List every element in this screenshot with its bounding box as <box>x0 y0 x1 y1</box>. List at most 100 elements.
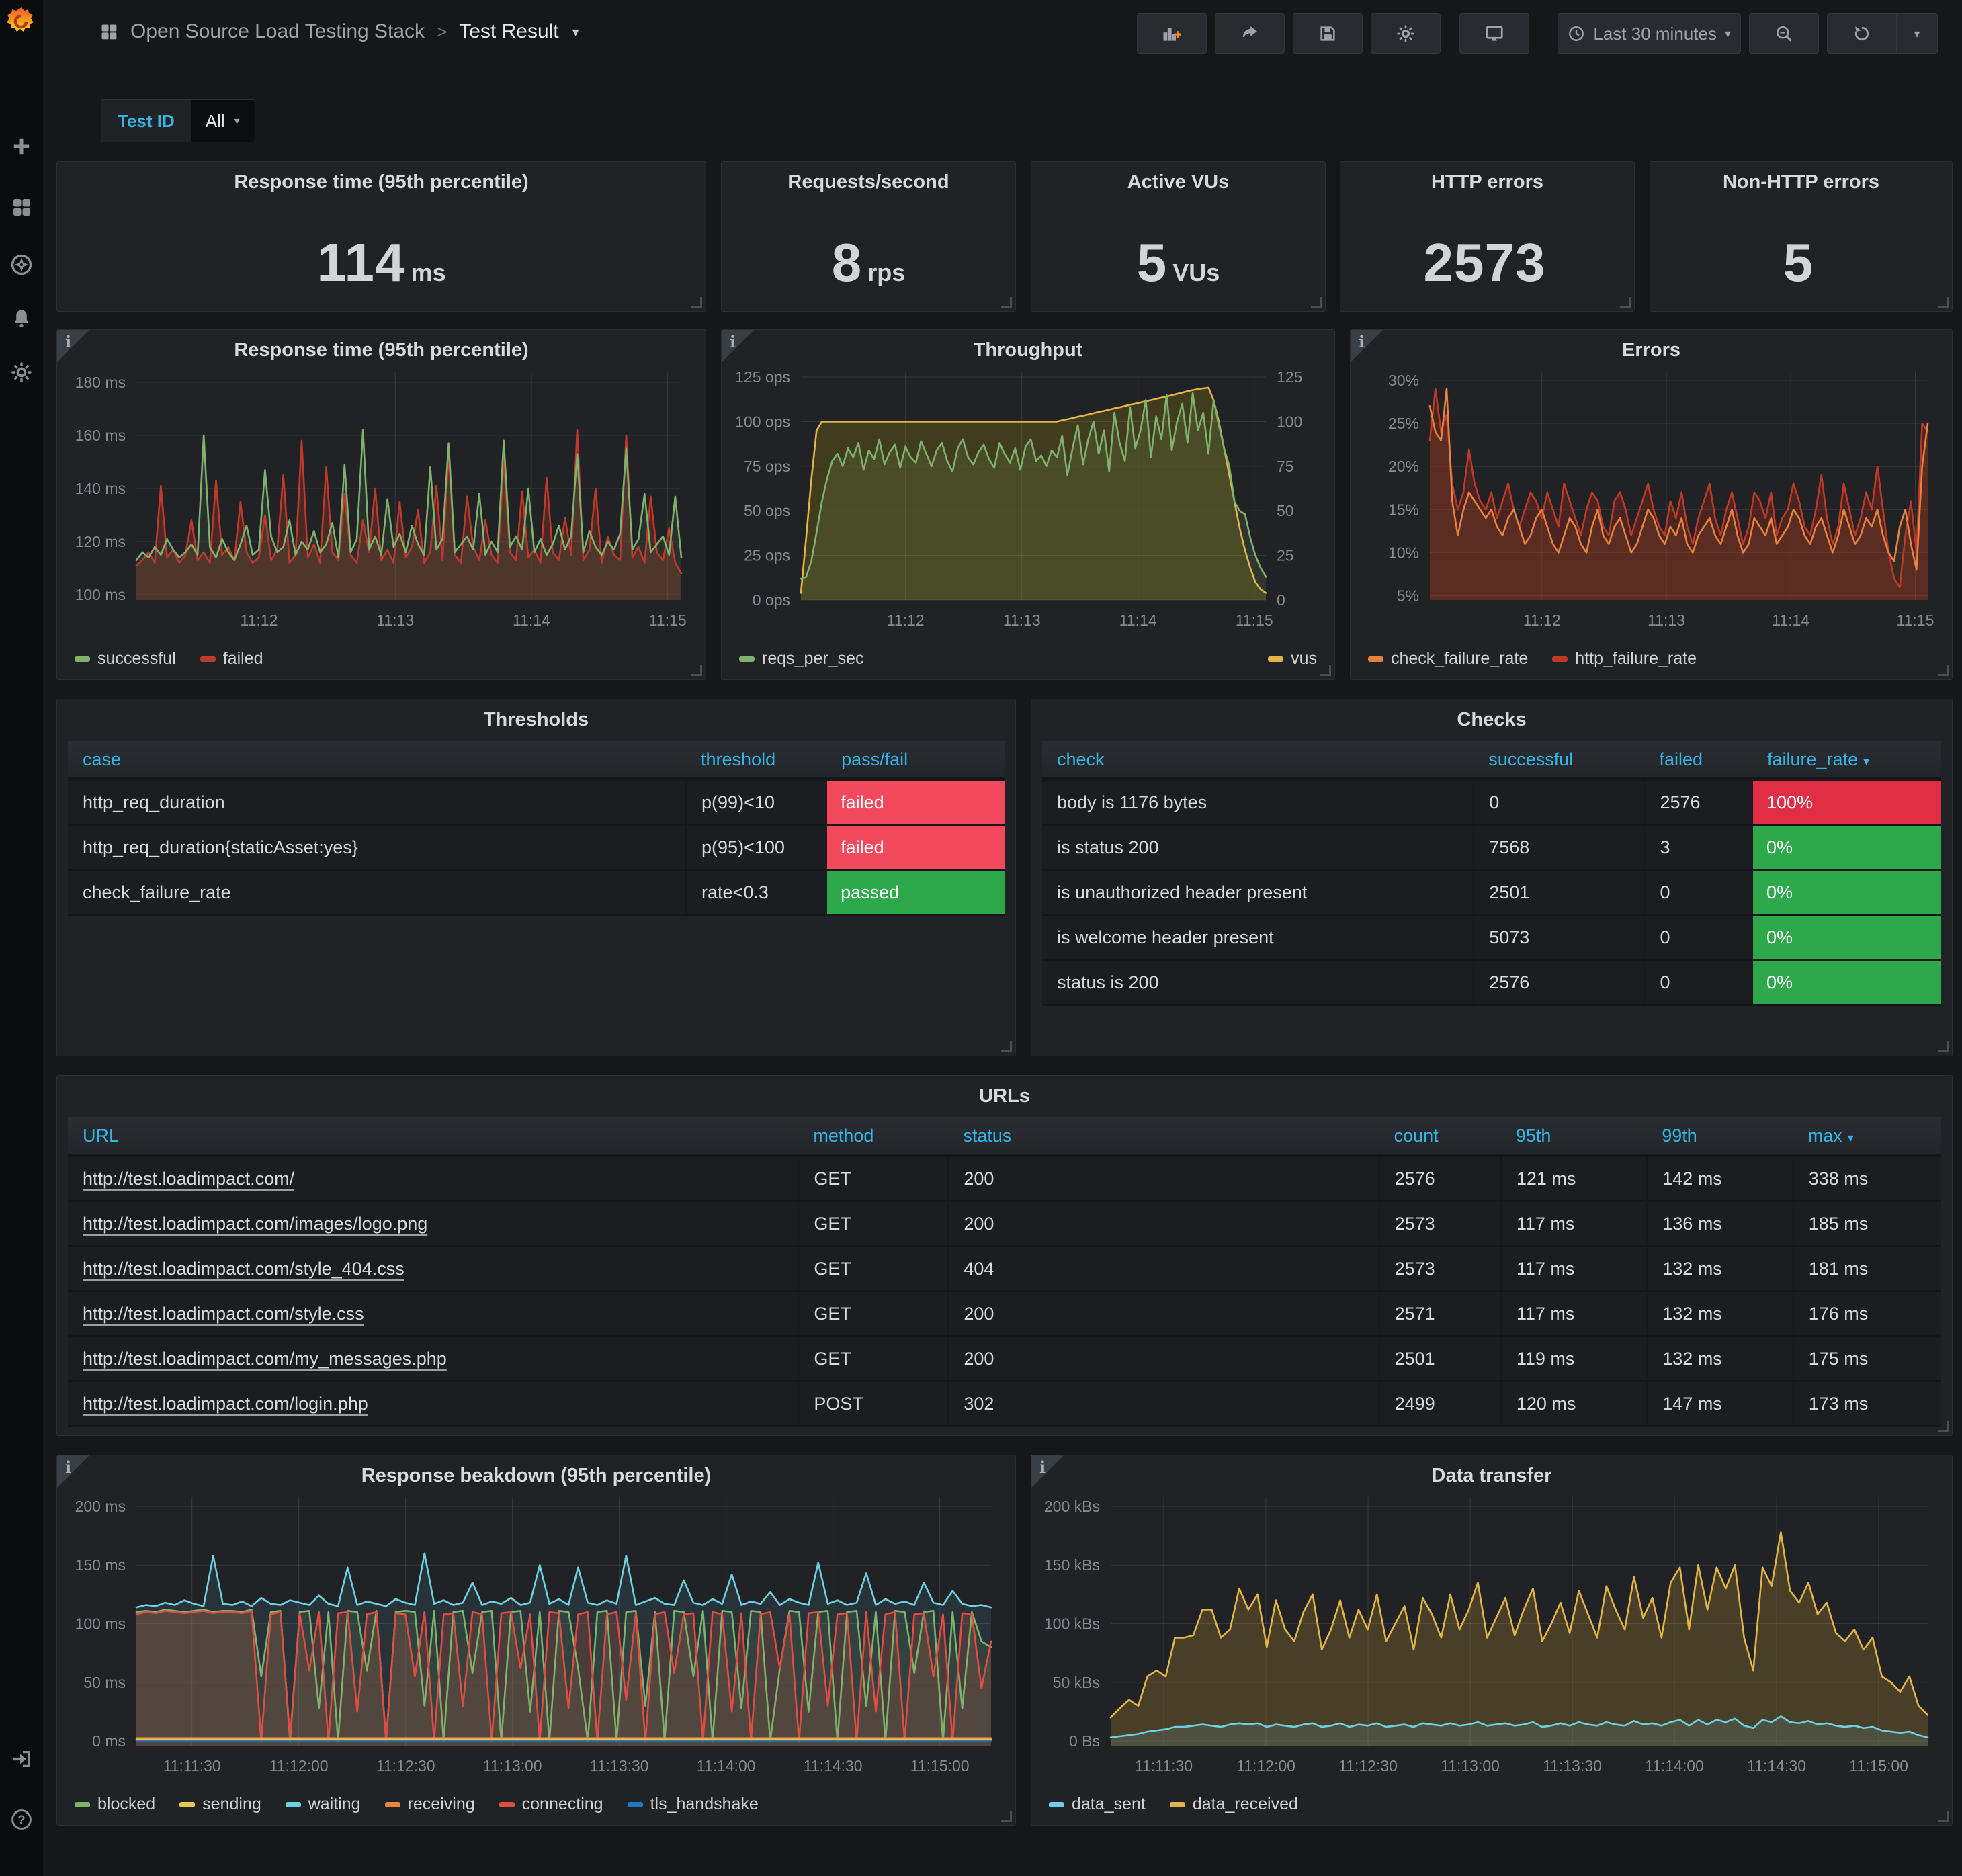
dashboard-grid-icon[interactable] <box>99 22 118 41</box>
column-header-failed[interactable]: failed <box>1644 741 1752 779</box>
response-time-chart[interactable]: 100 ms120 ms140 ms160 ms180 ms11:1211:13… <box>61 362 701 635</box>
resize-handle[interactable] <box>691 665 702 676</box>
panel-title[interactable]: URLs <box>57 1085 1952 1107</box>
dashboards-icon[interactable] <box>0 192 43 222</box>
column-header-max[interactable]: max▾ <box>1793 1117 1941 1156</box>
time-range-picker[interactable]: Last 30 minutes ▾ <box>1558 13 1741 54</box>
resize-handle[interactable] <box>691 297 702 308</box>
panel-title[interactable]: Response time (95th percentile) <box>57 171 706 194</box>
alerting-bell-icon[interactable] <box>0 304 43 333</box>
stat-panel-response-time: Response time (95th percentile) 114ms <box>56 161 706 312</box>
chart-panel-response-breakdown: i Response beakdown (95th percentile) 0 … <box>56 1455 1016 1826</box>
column-header-failure_rate[interactable]: failure_rate▾ <box>1752 741 1941 779</box>
column-header-successful[interactable]: successful <box>1474 741 1644 779</box>
column-header-result[interactable]: pass/fail <box>826 741 1005 779</box>
column-header-status[interactable]: status <box>948 1117 1379 1156</box>
column-header-url[interactable]: URL <box>68 1117 798 1156</box>
resize-handle[interactable] <box>1320 665 1331 676</box>
column-header-count[interactable]: count <box>1379 1117 1501 1156</box>
refresh-button[interactable] <box>1827 13 1897 54</box>
legend-item[interactable]: reqs_per_sec <box>739 649 863 669</box>
resize-handle[interactable] <box>1938 665 1949 676</box>
throughput-chart[interactable]: 0 ops025 ops2550 ops5075 ops75100 ops100… <box>726 362 1330 635</box>
response-breakdown-chart[interactable]: 0 ms50 ms100 ms150 ms200 ms11:11:3011:12… <box>61 1488 1011 1781</box>
column-header-check[interactable]: check <box>1042 741 1474 779</box>
legend-item[interactable]: blocked <box>75 1795 155 1814</box>
resize-handle[interactable] <box>1620 297 1631 308</box>
thresholds-panel: Thresholds casethresholdpass/failhttp_re… <box>56 699 1016 1056</box>
dashboard-title-caret-icon[interactable]: ▾ <box>572 24 579 40</box>
panel-title[interactable]: Errors <box>1351 339 1952 361</box>
panel-title[interactable]: Data transfer <box>1031 1465 1952 1487</box>
data-transfer-chart[interactable]: 0 Bs50 kBs100 kBs150 kBs200 kBs11:11:301… <box>1035 1488 1948 1781</box>
cycle-view-monitor-button[interactable] <box>1459 13 1529 54</box>
panel-title[interactable]: Checks <box>1031 709 1952 731</box>
column-header-case[interactable]: case <box>68 741 686 779</box>
column-header-threshold[interactable]: threshold <box>686 741 826 779</box>
test-id-dropdown[interactable]: All▾ <box>191 100 255 142</box>
resize-handle[interactable] <box>1938 1421 1949 1432</box>
resize-handle[interactable] <box>1311 297 1322 308</box>
stat-value: 2573 <box>1340 232 1634 294</box>
panel-title[interactable]: Response time (95th percentile) <box>57 339 706 361</box>
svg-text:0 ops: 0 ops <box>753 591 790 609</box>
errors-chart[interactable]: 5%10%15%20%25%30%11:1211:1311:1411:15 <box>1355 362 1948 635</box>
panel-title[interactable]: Active VUs <box>1031 171 1325 194</box>
legend-item[interactable]: connecting <box>499 1795 603 1814</box>
cell-url: http://test.loadimpact.com/ <box>68 1156 798 1201</box>
legend-item[interactable]: http_failure_rate <box>1552 649 1697 669</box>
legend-item[interactable]: successful <box>75 649 176 669</box>
url-link[interactable]: http://test.loadimpact.com/login.php <box>83 1394 368 1414</box>
panel-title[interactable]: Thresholds <box>57 709 1015 731</box>
resize-handle[interactable] <box>1938 1811 1949 1822</box>
column-header-p95[interactable]: 95th <box>1501 1117 1647 1156</box>
legend-item[interactable]: waiting <box>286 1795 361 1814</box>
column-header-p99[interactable]: 99th <box>1647 1117 1793 1156</box>
sidebar: ? <box>0 0 43 1876</box>
legend-item[interactable]: vus <box>1268 649 1317 669</box>
column-header-method[interactable]: method <box>798 1117 948 1156</box>
resize-handle[interactable] <box>1001 297 1012 308</box>
add-panel-button[interactable] <box>1137 13 1207 54</box>
legend-item[interactable]: failed <box>200 649 263 669</box>
settings-gear-button[interactable] <box>1371 13 1441 54</box>
save-button[interactable] <box>1293 13 1363 54</box>
svg-text:200 ms: 200 ms <box>75 1498 126 1515</box>
svg-text:10%: 10% <box>1388 544 1419 561</box>
cell-check: body is 1176 bytes <box>1042 779 1474 825</box>
create-plus-icon[interactable] <box>0 132 43 161</box>
url-link[interactable]: http://test.loadimpact.com/style.css <box>83 1304 364 1324</box>
resize-handle[interactable] <box>1001 1041 1012 1052</box>
url-link[interactable]: http://test.loadimpact.com/style_404.css <box>83 1259 404 1279</box>
legend-item[interactable]: sending <box>179 1795 261 1814</box>
panel-title[interactable]: Non-HTTP errors <box>1650 171 1952 194</box>
chart-panel-throughput: i Throughput 0 ops025 ops2550 ops5075 op… <box>721 329 1335 680</box>
legend-item[interactable]: tls_handshake <box>628 1795 759 1814</box>
sign-in-icon[interactable] <box>0 1744 43 1774</box>
legend-item[interactable]: check_failure_rate <box>1368 649 1528 669</box>
panel-title[interactable]: Requests/second <box>722 171 1015 194</box>
resize-handle[interactable] <box>1938 297 1949 308</box>
legend-item[interactable]: data_sent <box>1049 1795 1146 1814</box>
share-button[interactable] <box>1215 13 1285 54</box>
panel-title[interactable]: HTTP errors <box>1340 171 1634 194</box>
configuration-gear-icon[interactable] <box>0 357 43 387</box>
panel-title[interactable]: Throughput <box>722 339 1334 361</box>
url-link[interactable]: http://test.loadimpact.com/my_messages.p… <box>83 1349 447 1369</box>
explore-compass-icon[interactable] <box>0 250 43 280</box>
dashboard-title[interactable]: Test Result <box>459 20 558 43</box>
svg-text:?: ? <box>17 1813 25 1827</box>
resize-handle[interactable] <box>1938 1041 1949 1052</box>
legend-item[interactable]: receiving <box>385 1795 475 1814</box>
legend-item[interactable]: data_received <box>1170 1795 1298 1814</box>
grafana-logo-icon[interactable] <box>5 5 38 38</box>
breadcrumb-folder[interactable]: Open Source Load Testing Stack <box>130 20 425 43</box>
url-link[interactable]: http://test.loadimpact.com/ <box>83 1168 294 1189</box>
help-icon[interactable]: ? <box>0 1805 43 1834</box>
zoom-out-button[interactable] <box>1749 13 1819 54</box>
refresh-interval-caret[interactable]: ▾ <box>1897 13 1938 54</box>
resize-handle[interactable] <box>1001 1811 1012 1822</box>
cell-url: http://test.loadimpact.com/login.php <box>68 1381 798 1426</box>
url-link[interactable]: http://test.loadimpact.com/images/logo.p… <box>83 1213 427 1234</box>
panel-title[interactable]: Response beakdown (95th percentile) <box>57 1465 1015 1487</box>
